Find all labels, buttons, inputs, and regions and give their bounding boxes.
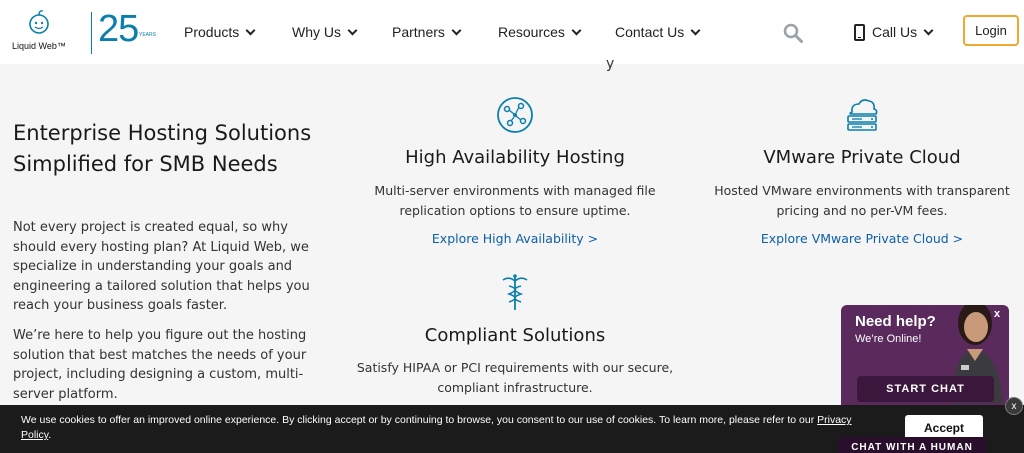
chevron-down-icon [923, 25, 934, 35]
card-high-availability: High Availability Hosting Multi-server e… [350, 95, 680, 255]
nav-why-us[interactable]: Why Us [292, 24, 358, 40]
card-compliant-solutions: Compliant Solutions Satisfy HIPAA or PCI… [350, 272, 680, 405]
explore-high-availability-link[interactable]: Explore High Availability > [350, 231, 680, 246]
logo-divider [91, 12, 92, 54]
chat-close-icon[interactable]: x [994, 308, 1000, 320]
nav-products[interactable]: Products [184, 24, 256, 40]
card-description: Satisfy HIPAA or PCI requirements with o… [356, 360, 674, 395]
nav-resources[interactable]: Resources [498, 24, 582, 40]
logo-text: Liquid Web™ [12, 41, 66, 51]
site-header: Liquid Web™ 25 YEARS Products Why Us Par… [0, 0, 1024, 64]
nav-resources-label: Resources [498, 24, 565, 40]
cookie-message-text: We use cookies to offer an improved onli… [21, 414, 815, 426]
call-us-label: Call Us [872, 24, 918, 40]
explore-vmware-private-cloud-link[interactable]: Explore VMware Private Cloud > [697, 231, 1024, 246]
card-title: Compliant Solutions [424, 325, 606, 346]
card-description: Hosted VMware environments with transpar… [714, 183, 1010, 218]
nav-contact-us[interactable]: Contact Us [615, 24, 701, 40]
liquid-web-logo[interactable]: Liquid Web™ 25 YEARS [12, 8, 156, 56]
chevron-down-icon [451, 25, 462, 35]
card-title: VMware Private Cloud [763, 147, 961, 168]
login-button[interactable]: Login [963, 15, 1019, 46]
nav-products-label: Products [184, 24, 240, 40]
cookie-period: . [48, 429, 52, 441]
anniversary-years: YEARS [139, 32, 156, 38]
nav-contact-us-label: Contact Us [615, 24, 685, 40]
card-description: Multi-server environments with managed f… [374, 183, 656, 218]
network-globe-icon [497, 97, 533, 133]
chevron-down-icon [245, 25, 256, 35]
call-us-menu[interactable]: Call Us [872, 24, 934, 40]
page-title: Enterprise Hosting Solutions Simplified … [13, 121, 312, 176]
anniversary-number: 25 [98, 8, 139, 50]
chat-widget[interactable]: Need help? We’re Online! x START CHAT [841, 305, 1009, 405]
chevron-down-icon [347, 25, 358, 35]
card-vmware-private-cloud: VMware Private Cloud Hosted VMware envir… [697, 95, 1024, 255]
chevron-down-icon [571, 25, 582, 35]
liquid-web-mascot-icon [29, 10, 49, 34]
nav-partners[interactable]: Partners [392, 24, 462, 40]
search-icon[interactable] [783, 23, 803, 43]
hero-paragraph-2: We’re here to help you figure out the ho… [13, 328, 307, 402]
nav-why-us-label: Why Us [292, 24, 341, 40]
chat-online-status: We’re Online! [855, 333, 922, 345]
section-heading-cutoff: y [606, 56, 615, 72]
cloud-server-icon [847, 99, 878, 131]
card-title: High Availability Hosting [405, 147, 625, 168]
nav-partners-label: Partners [392, 24, 445, 40]
start-chat-button[interactable]: START CHAT [857, 376, 994, 402]
chat-need-help: Need help? [855, 313, 936, 330]
phone-icon [854, 24, 865, 41]
hero-paragraph-1: Not every project is created equal, so w… [13, 220, 310, 313]
cookie-close-icon[interactable]: x [1005, 397, 1023, 415]
chat-with-human-button[interactable]: CHAT WITH A HUMAN [838, 437, 986, 453]
chevron-down-icon [690, 25, 701, 35]
caduceus-icon [502, 274, 528, 310]
cookie-message: We use cookies to offer an improved onli… [21, 413, 881, 443]
